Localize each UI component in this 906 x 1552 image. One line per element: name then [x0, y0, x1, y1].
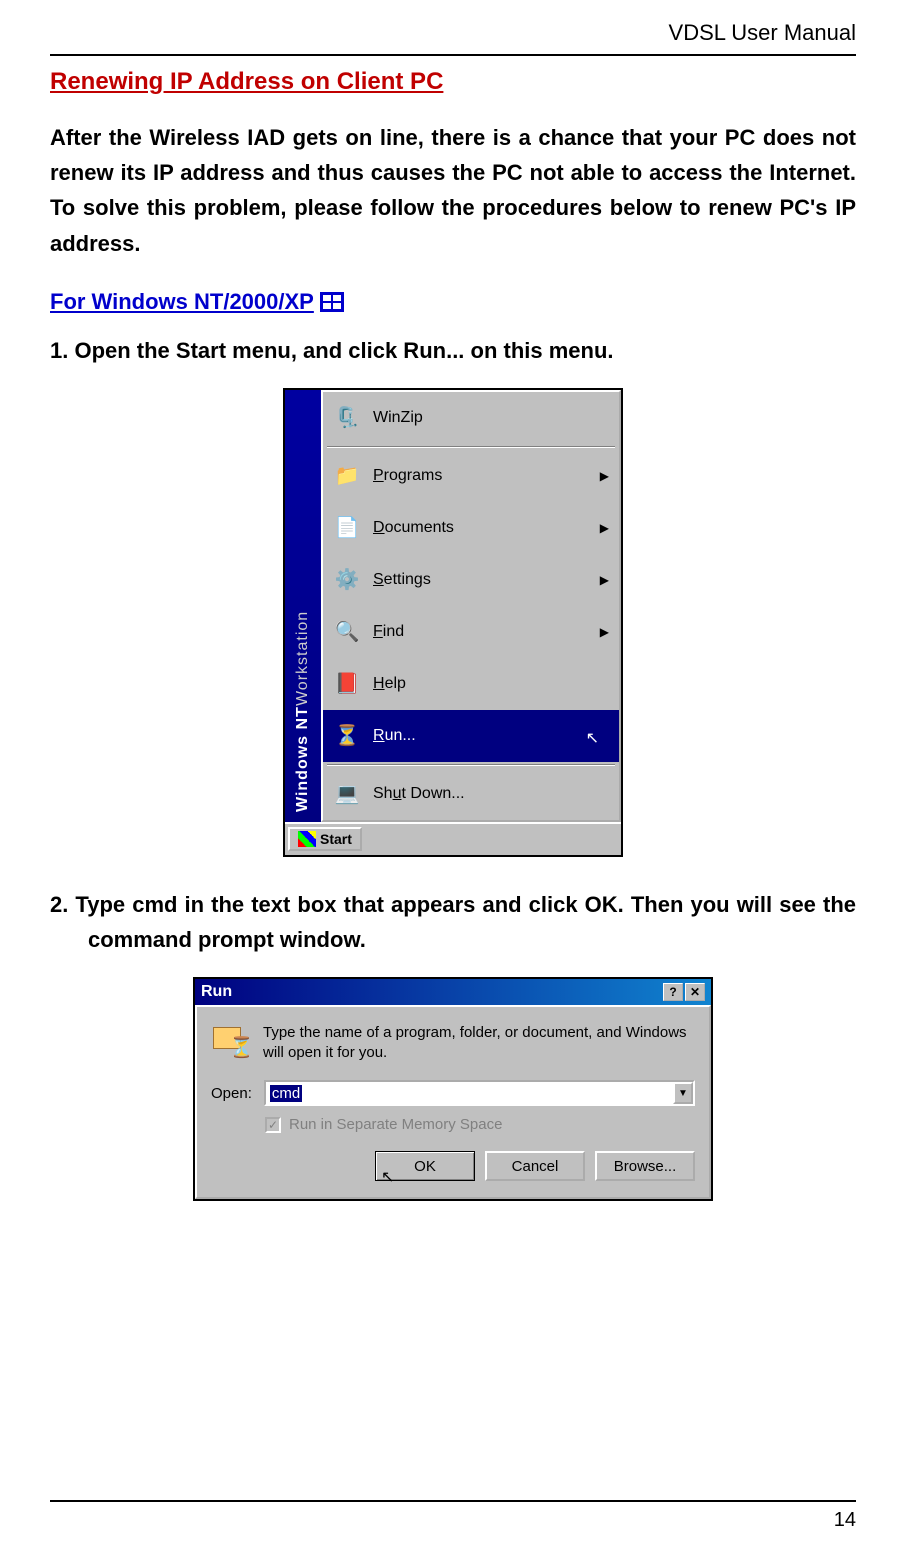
start-button[interactable]: Start [288, 827, 362, 851]
run-icon: ⏳ [331, 720, 363, 752]
subsection-row: For Windows NT/2000/XP [50, 289, 856, 315]
menu-divider [327, 446, 615, 448]
checkbox-row: ✓ Run in Separate Memory Space [211, 1116, 695, 1133]
menu-item-shutdown[interactable]: 💻 Shut Down... [323, 768, 619, 820]
submenu-arrow-icon: ▶ [600, 521, 609, 535]
open-combobox[interactable]: cmd ▼ [264, 1080, 695, 1106]
memory-checkbox[interactable]: ✓ [265, 1117, 281, 1133]
run-title: Run [201, 983, 232, 1001]
menu-label: Shut Down... [373, 785, 465, 803]
start-menu-screenshot: Windows NT Workstation 🗜️ WinZip 📁 Progr… [50, 388, 856, 857]
run-dialog-screenshot: Run ? ✕ ⏳ Type the name of a program, fo… [50, 977, 856, 1201]
run-titlebar: Run ? ✕ [195, 979, 711, 1005]
help-icon: 📕 [331, 668, 363, 700]
start-label: Start [320, 831, 352, 847]
menu-item-documents[interactable]: 📄 Documents ▶ [323, 502, 619, 554]
cursor-icon: ↖ [381, 1167, 394, 1187]
run-dialog-body: ⏳ Type the name of a program, folder, or… [195, 1005, 711, 1199]
start-menu-inner: Windows NT Workstation 🗜️ WinZip 📁 Progr… [285, 390, 621, 822]
submenu-arrow-icon: ▶ [600, 469, 609, 483]
menu-divider [327, 764, 615, 766]
checkbox-label: Run in Separate Memory Space [289, 1116, 502, 1133]
open-input-value: cmd [270, 1085, 302, 1102]
windows-logo-icon [320, 292, 344, 312]
subsection-title: For Windows NT/2000/XP [50, 289, 314, 315]
taskbar: Start [285, 822, 621, 855]
menu-label: Run... [373, 727, 416, 745]
section-title-text: Renewing IP Address on Client PC [50, 68, 443, 95]
menu-label: Find [373, 623, 404, 641]
intro-paragraph: After the Wireless IAD gets on line, the… [50, 120, 856, 261]
menu-item-run[interactable]: ⏳ Run... ↖ [323, 710, 619, 762]
menu-label: Help [373, 675, 406, 693]
settings-icon: ⚙️ [331, 564, 363, 596]
titlebar-buttons: ? ✕ [663, 983, 705, 1001]
cursor-icon: ↖ [586, 728, 599, 748]
run-dialog-top: ⏳ Type the name of a program, folder, or… [211, 1023, 695, 1062]
menu-item-settings[interactable]: ⚙️ Settings ▶ [323, 554, 619, 606]
shutdown-icon: 💻 [331, 778, 363, 810]
start-menu-sidebar: Windows NT Workstation [285, 390, 321, 822]
menu-label: Programs [373, 467, 442, 485]
menu-item-programs[interactable]: 📁 Programs ▶ [323, 450, 619, 502]
step-1-text: 1. Open the Start menu, and click Run...… [50, 333, 856, 368]
start-menu-items: 🗜️ WinZip 📁 Programs ▶ 📄 Documents ▶ ⚙️ … [321, 390, 621, 822]
menu-item-help[interactable]: 📕 Help [323, 658, 619, 710]
windows-flag-icon [298, 831, 316, 847]
open-input[interactable]: cmd [266, 1082, 673, 1104]
step-2-text: 2. Type cmd in the text box that appears… [50, 887, 856, 957]
start-menu: Windows NT Workstation 🗜️ WinZip 📁 Progr… [283, 388, 623, 857]
open-label: Open: [211, 1085, 252, 1102]
open-row: Open: cmd ▼ [211, 1080, 695, 1106]
menu-label: WinZip [373, 409, 423, 427]
submenu-arrow-icon: ▶ [600, 573, 609, 587]
menu-label: Settings [373, 571, 431, 589]
sidebar-light: Workstation [294, 611, 312, 706]
submenu-arrow-icon: ▶ [600, 625, 609, 639]
menu-label: Documents [373, 519, 454, 537]
run-description: Type the name of a program, folder, or d… [263, 1023, 695, 1062]
close-button[interactable]: ✕ [685, 983, 705, 1001]
menu-item-winzip[interactable]: 🗜️ WinZip [323, 392, 619, 444]
documents-icon: 📄 [331, 512, 363, 544]
browse-button[interactable]: Browse... [595, 1151, 695, 1181]
doc-header: VDSL User Manual [50, 20, 856, 46]
find-icon: 🔍 [331, 616, 363, 648]
programs-icon: 📁 [331, 460, 363, 492]
combo-dropdown-icon[interactable]: ▼ [673, 1082, 693, 1104]
menu-item-find[interactable]: 🔍 Find ▶ [323, 606, 619, 658]
section-title: Renewing IP Address on Client PC [50, 68, 856, 96]
winzip-icon: 🗜️ [331, 402, 363, 434]
help-button[interactable]: ? [663, 983, 683, 1001]
button-row: OK Cancel Browse... ↖ [211, 1151, 695, 1181]
run-dialog-icon: ⏳ [211, 1023, 251, 1059]
sidebar-bold: Windows NT [294, 706, 312, 812]
run-dialog: Run ? ✕ ⏳ Type the name of a program, fo… [193, 977, 713, 1201]
footer-divider [50, 1500, 856, 1502]
page-number: 14 [834, 1509, 856, 1532]
cancel-button[interactable]: Cancel [485, 1151, 585, 1181]
header-divider [50, 54, 856, 56]
